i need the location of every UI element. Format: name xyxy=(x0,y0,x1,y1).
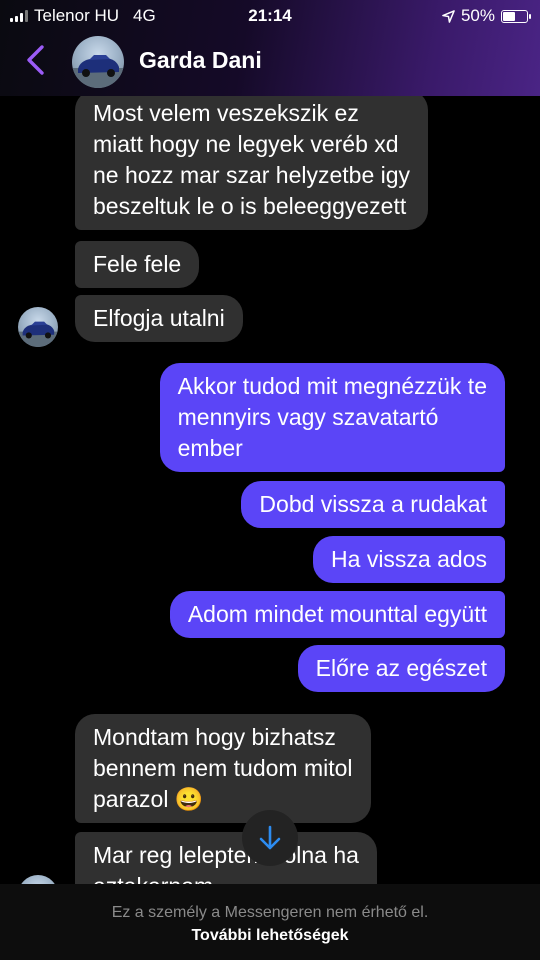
scroll-to-bottom-button[interactable] xyxy=(242,810,298,866)
message-incoming[interactable]: Mondtam hogy bizhatsz bennem nem tudom m… xyxy=(75,714,371,823)
arrow-down-icon xyxy=(259,825,281,850)
contact-name[interactable]: Garda Dani xyxy=(139,47,262,74)
more-options-link[interactable]: További lehetőségek xyxy=(0,927,540,945)
car-photo-icon xyxy=(18,321,58,347)
battery-fill xyxy=(503,11,515,21)
contact-avatar[interactable] xyxy=(72,36,124,88)
unavailable-footer: Ez a személy a Messengeren nem érhető el… xyxy=(0,884,540,960)
chevron-left-icon xyxy=(27,45,44,75)
chat-header: Telenor HU 4G 21:14 50% Garda Dani xyxy=(0,0,540,96)
message-outgoing[interactable]: Dobd vissza a rudakat xyxy=(241,481,505,528)
message-incoming[interactable]: Mar reg leleptem volna ha aztakarnam xyxy=(75,832,377,884)
message-outgoing[interactable]: Akkor tudod mit megnézzük te mennyirs va… xyxy=(159,363,505,472)
unavailable-notice: Ez a személy a Messengeren nem érhető el… xyxy=(111,904,429,921)
message-incoming[interactable]: Elfogja utalni xyxy=(75,295,243,342)
car-photo-icon xyxy=(72,55,124,88)
message-incoming[interactable]: Fele fele xyxy=(75,241,200,288)
contact-avatar-small[interactable] xyxy=(18,875,58,884)
battery-percentage: 50% xyxy=(460,6,495,25)
battery-icon xyxy=(501,9,531,23)
message-outgoing[interactable]: Adom mindet mounttal együtt xyxy=(169,591,505,638)
back-button[interactable] xyxy=(24,44,48,76)
location-arrow-icon xyxy=(442,9,455,23)
message-outgoing[interactable]: Előre az egészet xyxy=(297,645,505,692)
message-incoming[interactable]: Most velem veszekszik ez miatt hogy ne l… xyxy=(75,96,429,230)
status-bar: Telenor HU 4G 21:14 50% xyxy=(0,0,540,32)
message-thread[interactable]: Most velem veszekszik ez miatt hogy ne l… xyxy=(0,96,540,884)
contact-avatar-small[interactable] xyxy=(18,307,58,347)
message-outgoing[interactable]: Ha vissza ados xyxy=(313,536,505,583)
status-right: 50% xyxy=(442,6,531,26)
